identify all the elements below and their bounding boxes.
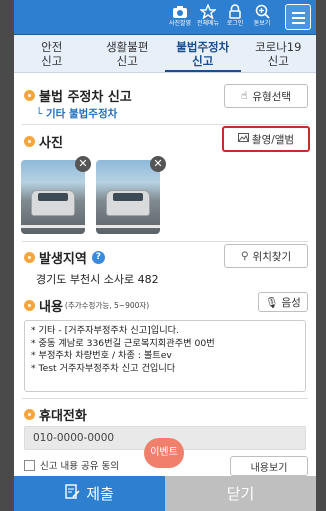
camera-album-button[interactable]: 촬영/앨범: [222, 126, 310, 152]
content-line: * 기타 - [거주자부정주차 신고]입니다.: [31, 325, 180, 336]
report-subtype: └ 기타 불법주정차: [36, 106, 117, 121]
login-label: 로그인: [226, 20, 244, 27]
star-icon: [193, 3, 223, 20]
phone-title: 휴대전화: [39, 409, 87, 424]
location-pin-icon: ⚲: [240, 250, 249, 262]
photo-section-title: 사진: [24, 132, 63, 151]
tab-parking-line1: 불법주정차: [176, 40, 230, 54]
tab-covid-line1: 코로나19: [255, 40, 302, 54]
top-bar: 사진촬영 전체메뉴 로그인 돋보기: [14, 0, 316, 35]
view-content-button[interactable]: 내용보기: [230, 456, 308, 476]
location-title: 발생지역: [39, 252, 87, 267]
section-dot-icon: [24, 252, 35, 263]
hand-pointer-icon: ☝: [240, 90, 248, 102]
submit-label: 제출: [86, 485, 114, 503]
help-icon[interactable]: ?: [91, 251, 105, 264]
section-dot-icon: [24, 300, 35, 311]
camera-icon: [165, 4, 195, 20]
divider: [22, 241, 308, 242]
section-dot-icon: [24, 136, 35, 147]
remove-photo-close-icon[interactable]: ✕: [150, 156, 166, 172]
tab-covid19[interactable]: 코로나19 신고: [241, 35, 317, 72]
section-dot-icon: [24, 409, 35, 420]
voice-input-button[interactable]: 🎙 음성: [258, 292, 308, 312]
phone-section-title: 휴대전화: [24, 405, 87, 424]
camera-label: 사진촬영: [168, 20, 192, 27]
tab-safety[interactable]: 안전 신고: [14, 35, 90, 72]
zoom-icon: [247, 4, 277, 20]
event-badge[interactable]: 이벤트: [144, 438, 184, 468]
tab-illegal-parking[interactable]: 불법주정차 신고: [165, 35, 241, 72]
image-icon: [237, 133, 249, 145]
photo-title: 사진: [39, 136, 63, 151]
microphone-icon: 🎙: [265, 296, 279, 309]
lock-icon: [220, 4, 250, 20]
find-location-label: 위치찾기: [252, 250, 292, 263]
content-title: 내용: [39, 300, 63, 315]
all-menu-shortcut[interactable]: 전체메뉴: [193, 3, 223, 32]
voice-input-label: 음성: [281, 296, 301, 309]
login-shortcut[interactable]: 로그인: [220, 4, 250, 32]
hamburger-icon[interactable]: [285, 4, 311, 30]
zoom-shortcut[interactable]: 돋보기: [247, 4, 277, 32]
photo-thumbnail[interactable]: [21, 160, 85, 234]
category-tabs: 안전 신고 생활불편 신고 불법주정차 신고 코로나19 신고: [14, 35, 316, 73]
share-agree-checkbox[interactable]: [24, 459, 35, 471]
type-select-label: 유형선택: [252, 90, 292, 103]
camera-album-label: 촬영/앨범: [251, 133, 295, 146]
report-title: 불법 주정차 신고: [39, 90, 132, 105]
tab-safety-line2: 신고: [41, 54, 63, 68]
close-button[interactable]: 닫기: [165, 476, 316, 511]
bottom-action-bar: 제출 닫기: [14, 476, 316, 511]
find-location-button[interactable]: ⚲ 위치찾기: [224, 244, 308, 268]
tab-living-line2: 신고: [116, 54, 138, 68]
tab-covid-line2: 신고: [267, 54, 289, 68]
tab-parking-line2: 신고: [192, 54, 214, 68]
report-section-title: 불법 주정차 신고: [24, 86, 132, 105]
zoom-label: 돋보기: [253, 20, 271, 27]
share-agree-row: 신고 내용 공유 동의: [24, 458, 119, 472]
close-label: 닫기: [226, 485, 255, 503]
divider: [22, 398, 308, 399]
content-line: * Test 거주자부정주차 신고 건입니다: [31, 362, 176, 374]
divider: [22, 124, 308, 125]
tab-living[interactable]: 생활불편 신고: [90, 35, 166, 72]
section-dot-icon: [24, 90, 35, 101]
report-subtype-label: 기타 불법주정차: [45, 108, 118, 120]
content-section-title: 내용 (추가수정가능, 5~900자): [24, 296, 149, 315]
content-limit-note: (추가수정가능, 5~900자): [64, 301, 150, 310]
location-address: 경기도 부천시 소사로 482: [36, 273, 159, 286]
location-section-title: 발생지역 ?: [24, 248, 105, 267]
share-agree-label: 신고 내용 공유 동의: [40, 461, 119, 472]
content-line: * 부정주차 차량번호 / 차종 : 볼트ev: [31, 350, 172, 361]
photo-thumbnail[interactable]: [96, 160, 160, 234]
tab-safety-line1: 안전: [41, 40, 63, 54]
all-menu-label: 전체메뉴: [196, 20, 220, 27]
document-edit-icon: [65, 484, 80, 503]
subdirectory-arrow-icon: └: [36, 108, 43, 120]
tab-living-line1: 생활불편: [106, 40, 149, 54]
remove-photo-close-icon[interactable]: ✕: [75, 156, 91, 172]
content-textarea[interactable]: * 기타 - [거주자부정주차 신고]입니다. * 중동 계남로 336번길 근…: [24, 320, 306, 392]
app-screen: 사진촬영 전체메뉴 로그인 돋보기 안전 신고 생활불편 신고 불법주정차 신고…: [14, 0, 316, 511]
content-line: * 중동 계남로 336번길 근로복지회관주변 00번: [31, 337, 215, 349]
submit-button[interactable]: 제출: [14, 476, 165, 511]
camera-shortcut[interactable]: 사진촬영: [165, 4, 195, 32]
type-select-button[interactable]: ☝ 유형선택: [224, 84, 308, 108]
